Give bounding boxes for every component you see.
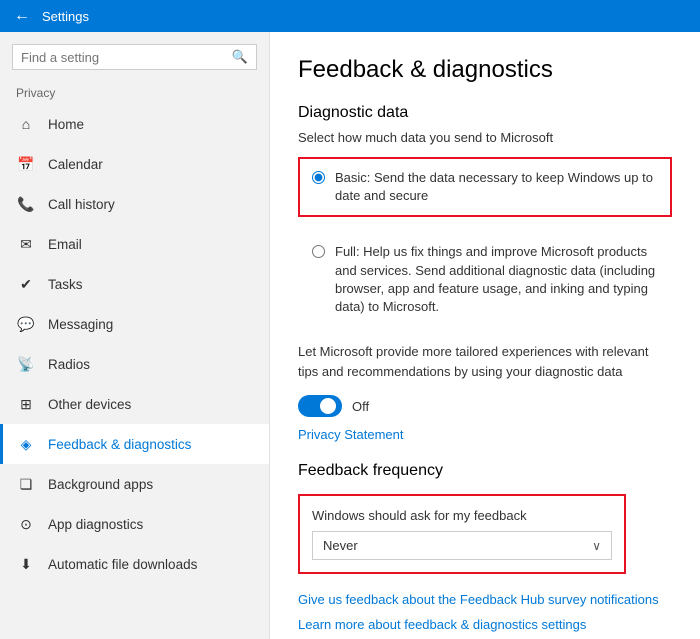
sidebar-item-label-app-diagnostics: App diagnostics <box>48 517 143 532</box>
sidebar-item-label-tasks: Tasks <box>48 277 83 292</box>
sidebar-item-label-messaging: Messaging <box>48 317 113 332</box>
background-apps-icon: ❏ <box>16 474 36 494</box>
sidebar-item-label-background-apps: Background apps <box>48 477 153 492</box>
diagnostic-subtitle: Select how much data you send to Microso… <box>298 130 672 145</box>
main-layout: 🔍 Privacy ⌂ Home 📅 Calendar 📞 Call history ✉ Em… <box>0 32 700 639</box>
radios-icon: 📡 <box>16 354 36 374</box>
titlebar-title: Settings <box>42 9 89 24</box>
sidebar-item-call-history[interactable]: 📞 Call history <box>0 184 269 224</box>
feedback-hub-link[interactable]: Give us feedback about the Feedback Hub … <box>298 592 672 607</box>
bottom-links: Give us feedback about the Feedback Hub … <box>298 592 672 632</box>
sidebar-item-label-call-history: Call history <box>48 197 115 212</box>
toggle-description: Let Microsoft provide more tailored expe… <box>298 342 672 381</box>
sidebar-item-label-home: Home <box>48 117 84 132</box>
search-input[interactable] <box>21 50 232 65</box>
other-devices-icon: ⊞ <box>16 394 36 414</box>
sidebar-item-radios[interactable]: 📡 Radios <box>0 344 269 384</box>
sidebar-nav: ⌂ Home 📅 Calendar 📞 Call history ✉ Email ✔ Tasks 💬… <box>0 104 269 584</box>
app-diagnostics-icon: ⊙ <box>16 514 36 534</box>
call-history-icon: 📞 <box>16 194 36 214</box>
learn-more-link[interactable]: Learn more about feedback & diagnostics … <box>298 617 672 632</box>
sidebar-item-label-other-devices: Other devices <box>48 397 131 412</box>
page-title: Feedback & diagnostics <box>298 56 672 84</box>
chevron-down-icon: ∨ <box>592 539 601 553</box>
radio-full-input[interactable] <box>312 245 325 258</box>
radio-option-full[interactable]: Full: Help us fix things and improve Mic… <box>298 231 672 328</box>
toggle-row: Off <box>298 395 672 417</box>
radio-basic-label: Basic: Send the data necessary to keep W… <box>335 169 658 205</box>
dropdown-value: Never <box>323 538 358 553</box>
automatic-file-downloads-icon: ⬇ <box>16 554 36 574</box>
toggle-thumb <box>320 398 336 414</box>
sidebar-item-feedback[interactable]: ◈ Feedback & diagnostics <box>0 424 269 464</box>
sidebar-item-background-apps[interactable]: ❏ Background apps <box>0 464 269 504</box>
feedback-frequency-dropdown[interactable]: Never ∨ <box>312 531 612 560</box>
feedback-frequency-box: Windows should ask for my feedback Never… <box>298 494 626 574</box>
calendar-icon: 📅 <box>16 154 36 174</box>
feedback-box-label: Windows should ask for my feedback <box>312 508 612 523</box>
titlebar: ← Settings <box>0 0 700 32</box>
radio-full-label: Full: Help us fix things and improve Mic… <box>335 243 658 316</box>
sidebar-item-label-automatic-file-downloads: Automatic file downloads <box>48 557 197 572</box>
sidebar-item-home[interactable]: ⌂ Home <box>0 104 269 144</box>
privacy-statement-link[interactable]: Privacy Statement <box>298 427 672 442</box>
sidebar-item-messaging[interactable]: 💬 Messaging <box>0 304 269 344</box>
messaging-icon: 💬 <box>16 314 36 334</box>
home-icon: ⌂ <box>16 114 36 134</box>
search-bar[interactable]: 🔍 <box>12 44 257 70</box>
sidebar-item-automatic-file-downloads[interactable]: ⬇ Automatic file downloads <box>0 544 269 584</box>
sidebar-section-privacy: Privacy <box>0 78 269 104</box>
sidebar-item-label-calendar: Calendar <box>48 157 103 172</box>
email-icon: ✉ <box>16 234 36 254</box>
feedback-icon: ◈ <box>16 434 36 454</box>
diagnostic-section-title: Diagnostic data <box>298 104 672 122</box>
tasks-icon: ✔ <box>16 274 36 294</box>
sidebar-item-label-feedback: Feedback & diagnostics <box>48 437 191 452</box>
radio-option-basic[interactable]: Basic: Send the data necessary to keep W… <box>298 157 672 217</box>
sidebar: 🔍 Privacy ⌂ Home 📅 Calendar 📞 Call history ✉ Em… <box>0 32 270 639</box>
sidebar-item-app-diagnostics[interactable]: ⊙ App diagnostics <box>0 504 269 544</box>
back-button[interactable]: ← <box>8 2 36 30</box>
tailored-experiences-toggle[interactable] <box>298 395 342 417</box>
sidebar-item-label-email: Email <box>48 237 82 252</box>
feedback-section: Feedback frequency Windows should ask fo… <box>298 462 672 574</box>
search-icon: 🔍 <box>232 49 248 65</box>
sidebar-item-label-radios: Radios <box>48 357 90 372</box>
sidebar-item-email[interactable]: ✉ Email <box>0 224 269 264</box>
content-area: Feedback & diagnostics Diagnostic data S… <box>270 32 700 639</box>
radio-basic-input[interactable] <box>312 171 325 184</box>
feedback-section-title: Feedback frequency <box>298 462 672 480</box>
sidebar-item-calendar[interactable]: 📅 Calendar <box>0 144 269 184</box>
sidebar-item-other-devices[interactable]: ⊞ Other devices <box>0 384 269 424</box>
toggle-state-label: Off <box>352 399 369 414</box>
sidebar-item-tasks[interactable]: ✔ Tasks <box>0 264 269 304</box>
